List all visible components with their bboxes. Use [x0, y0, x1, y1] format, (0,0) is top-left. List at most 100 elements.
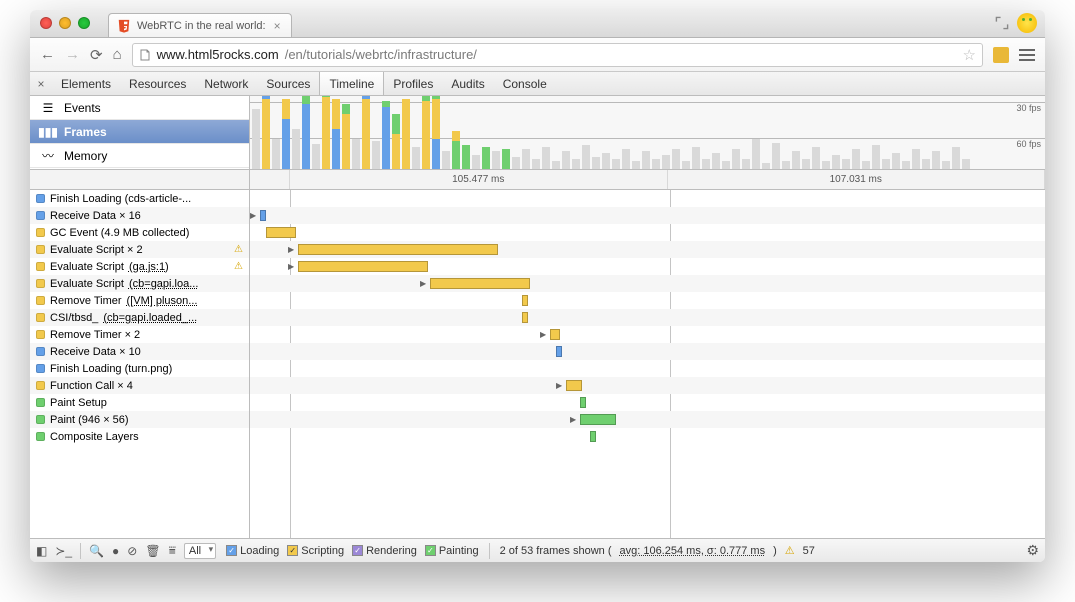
tab-audits[interactable]: Audits [442, 72, 493, 95]
tab-close-icon[interactable]: × [272, 19, 283, 33]
timeline-overview[interactable]: 30 fps 60 fps [250, 96, 1045, 169]
dock-icon[interactable]: ◧ [36, 544, 47, 558]
record-row[interactable]: Finish Loading (turn.png) [30, 360, 249, 377]
timeline-bar[interactable] [580, 414, 616, 425]
html5-icon [117, 19, 131, 33]
reload-button[interactable]: ⟳ [90, 46, 103, 64]
tab-network[interactable]: Network [195, 72, 257, 95]
timeline-bar[interactable] [522, 295, 528, 306]
fullscreen-icon[interactable] [995, 16, 1009, 30]
record-row[interactable]: Receive Data × 16 [30, 207, 249, 224]
devtools-statusbar: ◧ ≻_ 🔍 ● ⊘ 🗑 ⩸ All ✓Loading ✓Scripting ✓… [30, 538, 1045, 562]
mode-frames[interactable]: ▮▮▮ Frames [30, 120, 249, 144]
tab-title: WebRTC in the real world: [137, 20, 266, 32]
url-path: /en/tutorials/webrtc/infrastructure/ [285, 47, 477, 62]
record-link[interactable]: (cb=gapi.loa... [129, 278, 198, 290]
record-row[interactable]: Remove Timer × 2 [30, 326, 249, 343]
tab-profiles[interactable]: Profiles [384, 72, 442, 95]
extension-icon[interactable] [993, 47, 1009, 63]
record-row[interactable]: Finish Loading (cds-article-... [30, 190, 249, 207]
forward-button[interactable]: → [65, 46, 80, 63]
color-swatch [36, 194, 45, 203]
menu-button[interactable] [1019, 49, 1035, 61]
timeline-bar[interactable] [522, 312, 528, 323]
settings-gear-icon[interactable]: ⚙ [1026, 542, 1039, 559]
record-row[interactable]: GC Event (4.9 MB collected) [30, 224, 249, 241]
color-swatch [36, 262, 45, 271]
tab-sources[interactable]: Sources [257, 72, 319, 95]
record-row[interactable]: Paint Setup [30, 394, 249, 411]
record-row[interactable]: Function Call × 4 [30, 377, 249, 394]
record-label: Receive Data × 16 [50, 210, 141, 222]
devtools-close-icon[interactable]: × [30, 72, 52, 95]
record-row[interactable]: Evaluate Script × 2⚠ [30, 241, 249, 258]
search-icon[interactable]: 🔍 [89, 544, 104, 558]
record-link[interactable]: (cb=gapi.loaded_... [103, 312, 197, 324]
record-label: GC Event (4.9 MB collected) [50, 227, 189, 239]
timeline-bar[interactable] [550, 329, 560, 340]
timeline-bar[interactable] [566, 380, 582, 391]
chk-scripting[interactable]: ✓Scripting [287, 545, 344, 557]
timeline-bar[interactable] [556, 346, 562, 357]
chk-loading[interactable]: ✓Loading [226, 545, 279, 557]
browser-tab[interactable]: WebRTC in the real world: × [108, 13, 292, 37]
timeline-bar[interactable] [430, 278, 530, 289]
chk-scripting-label: Scripting [301, 545, 344, 557]
chk-painting-label: Painting [439, 545, 479, 557]
gc-icon[interactable]: 🗑 [145, 544, 160, 558]
frames-summary: 2 of 53 frames shown (avg: 106.254 ms, σ… [500, 544, 815, 557]
window-minimize-button[interactable] [59, 17, 71, 29]
record-row[interactable]: Remove Timer ([VM] pluson... [30, 292, 249, 309]
record-label: CSI/tbsd_ [50, 312, 98, 324]
timeline-bar[interactable] [580, 397, 586, 408]
timeline-bar[interactable] [590, 431, 596, 442]
record-row[interactable]: CSI/tbsd_ (cb=gapi.loaded_... [30, 309, 249, 326]
record-label: Finish Loading (turn.png) [50, 363, 172, 375]
smiley-icon [1017, 13, 1037, 33]
record-link[interactable]: (ga.js:1) [129, 261, 169, 273]
console-icon[interactable]: ≻_ [55, 544, 72, 558]
record-row[interactable]: Composite Layers [30, 428, 249, 445]
record-row[interactable]: Receive Data × 10 [30, 343, 249, 360]
back-button[interactable]: ← [40, 46, 55, 63]
clear-icon[interactable]: ⊘ [127, 544, 137, 558]
url-host: www.html5rocks.com [157, 47, 279, 62]
color-swatch [36, 296, 45, 305]
address-bar[interactable]: www.html5rocks.com/en/tutorials/webrtc/i… [132, 43, 983, 67]
record-label: Remove Timer [50, 295, 122, 307]
ruler-frame-2: 107.031 ms [668, 170, 1046, 189]
record-lanes[interactable]: ▶▶▶▶▶▶▶ [250, 190, 1045, 538]
record-row[interactable]: Evaluate Script (ga.js:1)⚠ [30, 258, 249, 275]
record-list[interactable]: Finish Loading (cds-article-... Receive D… [30, 190, 250, 538]
tab-resources[interactable]: Resources [120, 72, 195, 95]
record-label: Composite Layers [50, 431, 139, 443]
mode-memory[interactable]: 〰 Memory [30, 144, 249, 168]
bookmark-star-icon[interactable]: ☆ [963, 46, 976, 64]
filter-icon[interactable]: ⩸ [169, 543, 176, 558]
tab-elements[interactable]: Elements [52, 72, 120, 95]
record-label: Evaluate Script [50, 278, 124, 290]
timeline-bar[interactable] [260, 210, 266, 221]
window-close-button[interactable] [40, 17, 52, 29]
chk-painting[interactable]: ✓Painting [425, 545, 479, 557]
tab-console[interactable]: Console [494, 72, 556, 95]
mode-events[interactable]: ☰ Events [30, 96, 249, 120]
record-row[interactable]: Paint (946 × 56) [30, 411, 249, 428]
chk-rendering[interactable]: ✓Rendering [352, 545, 417, 557]
record-icon[interactable]: ● [112, 544, 119, 558]
record-label: Finish Loading (cds-article-... [50, 193, 191, 205]
chk-rendering-label: Rendering [366, 545, 417, 557]
record-row[interactable]: Evaluate Script (cb=gapi.loa... [30, 275, 249, 292]
window-zoom-button[interactable] [78, 17, 90, 29]
timeline-bar[interactable] [298, 244, 498, 255]
filter-select[interactable]: All [184, 543, 216, 559]
home-button[interactable]: ⌂ [113, 46, 122, 63]
record-label: Evaluate Script [50, 261, 124, 273]
color-swatch [36, 347, 45, 356]
timeline-bar[interactable] [298, 261, 428, 272]
color-swatch [36, 398, 45, 407]
color-swatch [36, 381, 45, 390]
record-link[interactable]: ([VM] pluson... [127, 295, 198, 307]
timeline-bar[interactable] [266, 227, 296, 238]
tab-timeline[interactable]: Timeline [319, 72, 384, 95]
